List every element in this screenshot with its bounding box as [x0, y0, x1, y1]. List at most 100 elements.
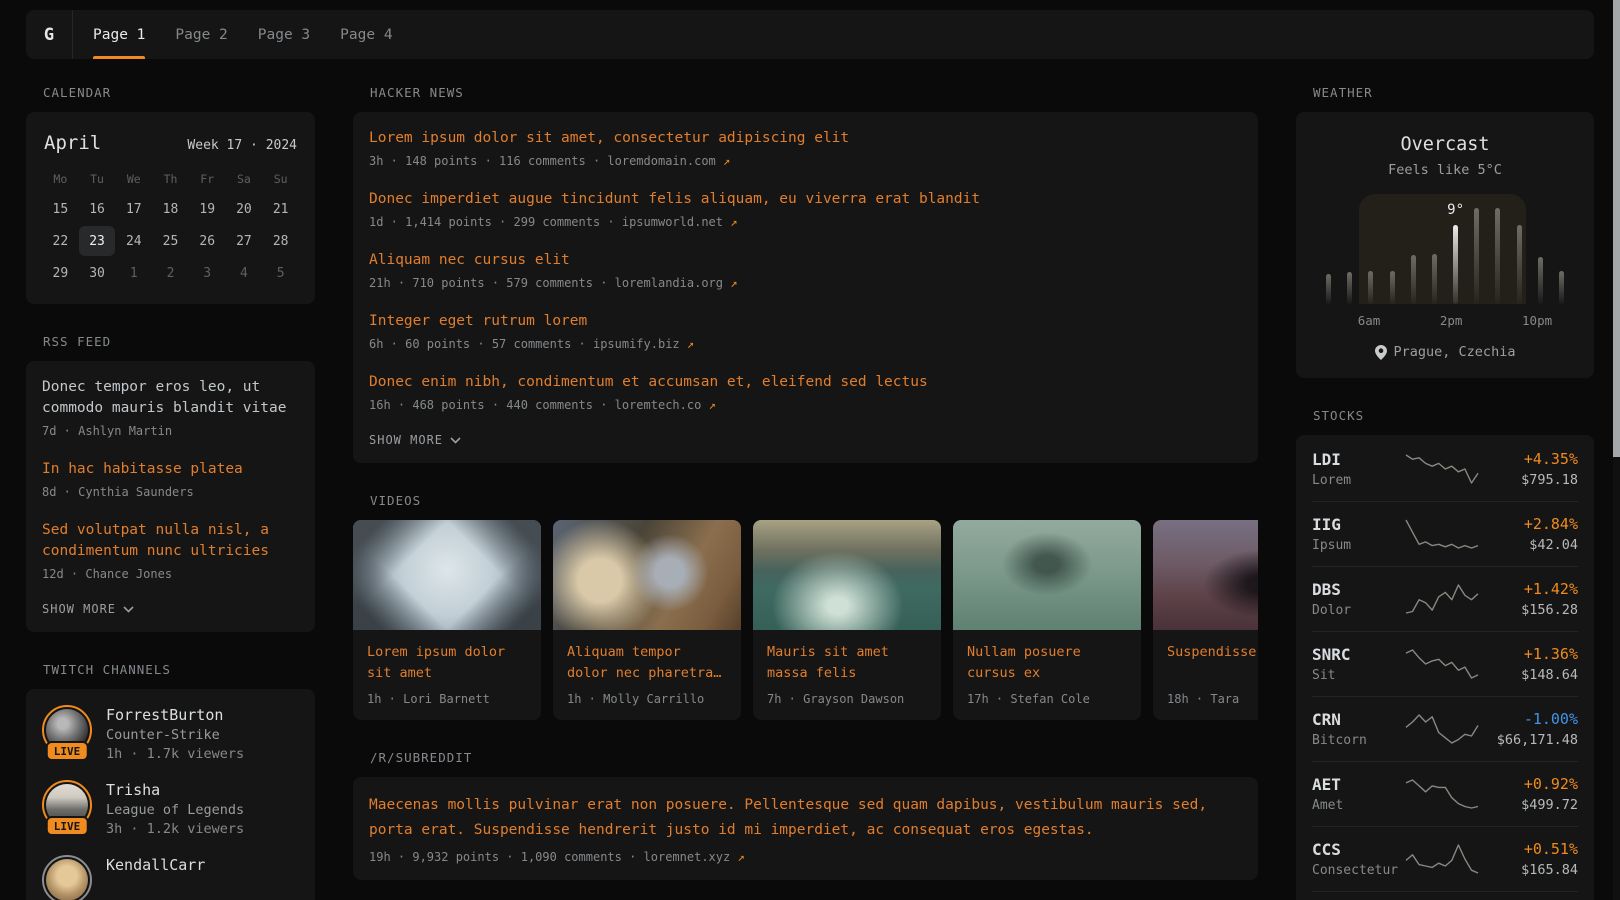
weather-hourly-chart: 9° [1318, 208, 1572, 304]
stock-name: Consectetur [1312, 863, 1403, 878]
stock-sparkline [1403, 517, 1481, 551]
twitch-channel-row[interactable]: KendallCarr [42, 855, 299, 900]
stock-row[interactable]: SNRCSit +1.36%$148.64 [1312, 632, 1578, 697]
stock-change-percent: -1.00% [1481, 710, 1578, 728]
stock-row[interactable]: IIGIpsum +2.84%$42.04 [1312, 502, 1578, 567]
stock-row[interactable]: LDILorem +4.35%$795.18 [1312, 437, 1578, 502]
stock-id: CRNBitcorn [1312, 710, 1403, 748]
weather-bar [1368, 271, 1373, 304]
stock-id: AETAmet [1312, 775, 1403, 813]
stock-id: CCSConsectetur [1312, 840, 1403, 878]
twitch-channel-row[interactable]: LIVE ForrestBurton Counter-Strike 1h · 1… [42, 705, 299, 762]
video-thumbnail[interactable] [753, 520, 941, 630]
external-link-icon[interactable]: ↗ [730, 215, 737, 229]
video-title[interactable]: Aliquam tempor dolor nec pharetra… [567, 642, 727, 684]
video-card[interactable]: Mauris sit amet massa felis 7h · Grayson… [753, 520, 941, 720]
columns: CALENDAR April Week 17 · 2024 MoTuWeThFr… [26, 85, 1594, 900]
hn-item-title[interactable]: Integer eget rutrum lorem [369, 311, 1242, 332]
video-title[interactable]: Mauris sit amet massa felis [767, 642, 927, 684]
stock-row[interactable]: AETAmet +0.92%$499.72 [1312, 762, 1578, 827]
tab-page-3[interactable]: Page 3 [258, 10, 310, 59]
stock-row[interactable]: DBSDolor +1.42%$156.28 [1312, 567, 1578, 632]
hn-item-meta: 3h · 148 points · 116 comments · loremdo… [369, 154, 1242, 168]
stock-id: SNRCSit [1312, 645, 1403, 683]
video-card[interactable]: Lorem ipsum dolor sit amet consectetu… 1… [353, 520, 541, 720]
stock-row[interactable]: CCSConsectetur +0.51%$165.84 [1312, 827, 1578, 892]
video-thumbnail[interactable] [953, 520, 1141, 630]
hn-item: Donec enim nibh, condimentum et accumsan… [369, 372, 1242, 412]
stock-price: $165.84 [1481, 862, 1578, 878]
rss-item-title[interactable]: Donec tempor eros leo, ut commodo mauris… [42, 377, 299, 419]
external-link-icon[interactable]: ↗ [723, 154, 730, 168]
video-thumbnail[interactable] [553, 520, 741, 630]
rss-item-title[interactable]: In hac habitasse platea [42, 459, 299, 480]
reddit-post-title[interactable]: Maecenas mollis pulvinar erat non posuer… [369, 793, 1242, 844]
scrollbar-thumb[interactable] [1613, 0, 1620, 457]
rss-show-more-button[interactable]: SHOW MORE [42, 602, 299, 616]
time-axis-label [1502, 313, 1522, 328]
weather-bar [1453, 225, 1458, 304]
hn-item-title[interactable]: Donec enim nibh, condimentum et accumsan… [369, 372, 1242, 393]
calendar-day: 27 [226, 226, 263, 256]
channel-name[interactable]: KendallCarr [106, 856, 205, 874]
weather-feels-like: Feels like 5°C [1312, 162, 1578, 178]
video-body: Lorem ipsum dolor sit amet consectetu… 1… [353, 630, 541, 720]
external-link-icon[interactable]: ↗ [730, 276, 737, 290]
channel-category[interactable]: League of Legends [106, 802, 244, 818]
stock-row[interactable]: CRNBitcorn -1.00%$66,171.48 [1312, 697, 1578, 762]
rss-card: Donec tempor eros leo, ut commodo mauris… [26, 361, 315, 632]
rss-item-title[interactable]: Sed volutpat nulla nisl, a condimentum n… [42, 520, 299, 562]
twitch-channel-row[interactable]: LIVE Trisha League of Legends 3h · 1.2k … [42, 780, 299, 837]
hn-item-title[interactable]: Donec imperdiet augue tincidunt felis al… [369, 189, 1242, 210]
hacker-news-card: Lorem ipsum dolor sit amet, consectetur … [353, 112, 1258, 463]
calendar-day: 25 [152, 226, 189, 256]
hn-show-more-button[interactable]: SHOW MORE [369, 433, 1242, 447]
channel-meta: 3h · 1.2k viewers [106, 821, 244, 837]
calendar-weekday-row: MoTuWeThFrSaSu [42, 164, 299, 194]
weather-bar-slot [1509, 208, 1530, 304]
weather-bar-slot [1318, 208, 1339, 304]
weather-bar [1495, 208, 1500, 304]
video-card[interactable]: Nullam posuere cursus ex 17h · Stefan Co… [953, 520, 1141, 720]
stock-values: +2.84%$42.04 [1481, 515, 1578, 553]
tab-page-4[interactable]: Page 4 [340, 10, 392, 59]
weather-bar [1326, 274, 1331, 304]
calendar-day: 15 [42, 194, 79, 224]
nav-divider [72, 10, 73, 59]
stock-sparkline [1403, 712, 1481, 746]
time-axis-label [1552, 313, 1572, 328]
hn-item-title[interactable]: Lorem ipsum dolor sit amet, consectetur … [369, 128, 1242, 149]
external-link-icon[interactable]: ↗ [709, 398, 716, 412]
app-logo[interactable]: G [26, 10, 72, 59]
external-link-icon[interactable]: ↗ [737, 850, 744, 864]
page-scrollbar[interactable] [1613, 0, 1620, 900]
channel-category[interactable]: Counter-Strike [106, 727, 244, 743]
hn-meta-text: 1d · 1,414 points · 299 comments · ipsum… [369, 215, 723, 229]
video-card[interactable]: Suspendisse diam 18h · Tara [1153, 520, 1258, 720]
stock-row[interactable]: AHS +0.46% [1312, 892, 1578, 900]
channel-name[interactable]: ForrestBurton [106, 706, 244, 724]
video-thumbnail[interactable] [353, 520, 541, 630]
video-card[interactable]: Aliquam tempor dolor nec pharetra… 1h · … [553, 520, 741, 720]
channel-name[interactable]: Trisha [106, 781, 244, 799]
channel-info: ForrestBurton Counter-Strike 1h · 1.7k v… [106, 705, 244, 762]
stock-change-percent: +4.35% [1481, 450, 1578, 468]
stock-values: -1.00%$66,171.48 [1481, 710, 1578, 748]
weather-bar [1390, 271, 1395, 304]
video-thumbnail[interactable] [1153, 520, 1258, 630]
stock-values: +4.35%$795.18 [1481, 450, 1578, 488]
time-axis-label [1380, 313, 1400, 328]
stocks-widget-title: STOCKS [1296, 408, 1594, 423]
time-axis-label: 10pm [1522, 313, 1552, 328]
video-title[interactable]: Nullam posuere cursus ex [967, 642, 1127, 684]
video-title[interactable]: Suspendisse diam [1167, 642, 1258, 684]
tab-page-1[interactable]: Page 1 [93, 10, 145, 59]
hn-meta-text: 6h · 60 points · 57 comments · ipsumify.… [369, 337, 680, 351]
tab-page-2[interactable]: Page 2 [175, 10, 227, 59]
hn-item-title[interactable]: Aliquam nec cursus elit [369, 250, 1242, 271]
calendar-day: 19 [189, 194, 226, 224]
video-title[interactable]: Lorem ipsum dolor sit amet consectetu… [367, 642, 527, 684]
external-link-icon[interactable]: ↗ [687, 337, 694, 351]
stocks-widget: STOCKS LDILorem +4.35%$795.18 IIGIpsum +… [1296, 408, 1594, 900]
hn-item-meta: 6h · 60 points · 57 comments · ipsumify.… [369, 337, 1242, 351]
